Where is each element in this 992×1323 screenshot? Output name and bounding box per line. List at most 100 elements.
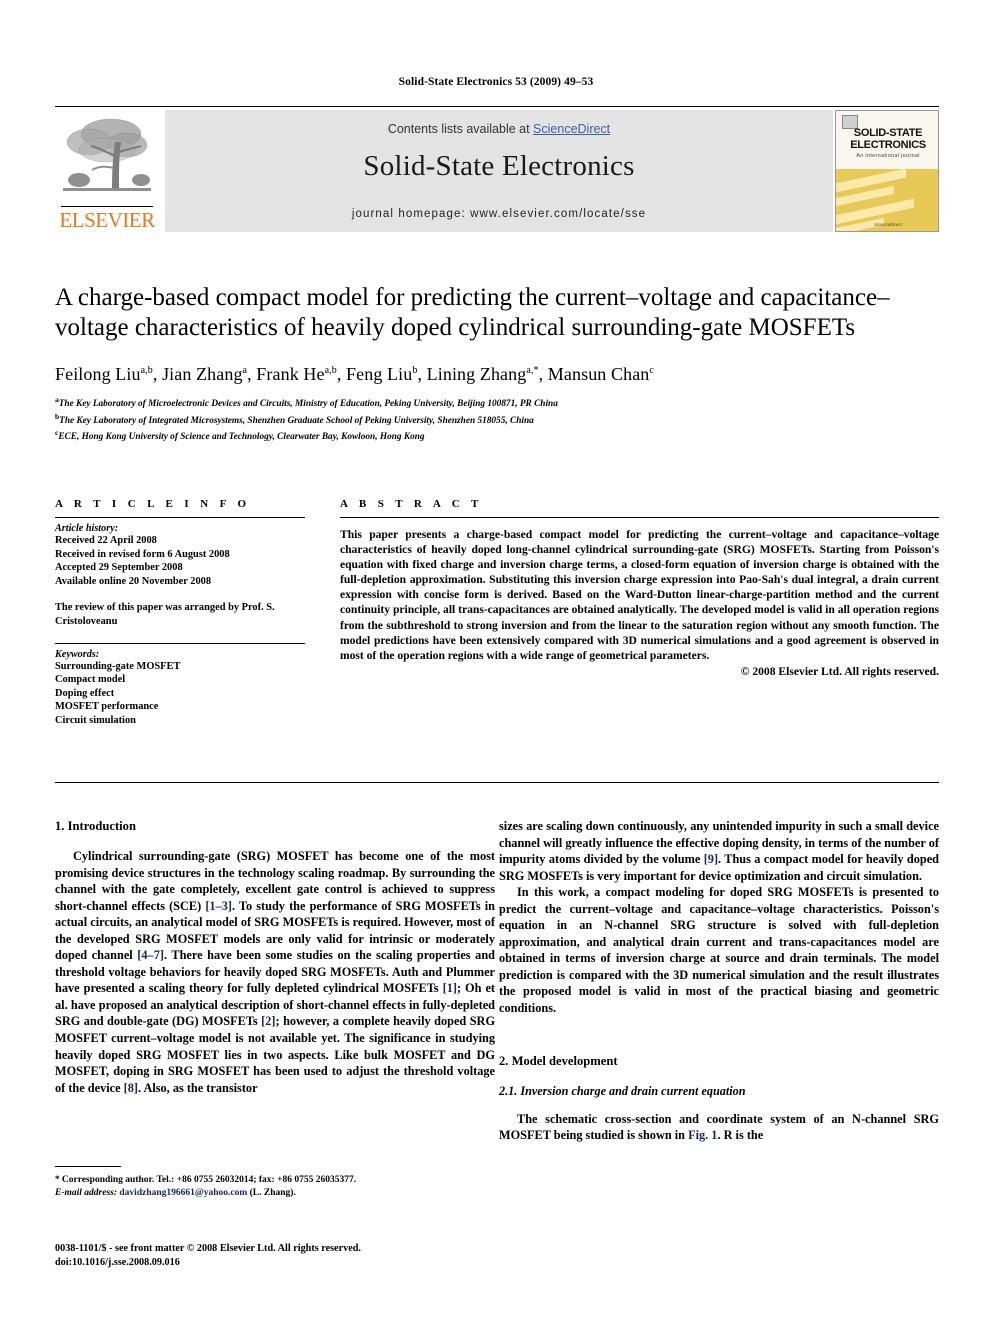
- cover-subtitle: An international journal: [856, 153, 920, 159]
- author-affil-marker: b: [412, 365, 418, 376]
- cover-top-panel: SOLID-STATE ELECTRONICS An international…: [836, 111, 938, 169]
- author-name: Lining Zhang: [426, 364, 527, 384]
- keywords-divider: [55, 642, 305, 644]
- email-note: E-mail address: davidzhang196661@yahoo.c…: [55, 1187, 495, 1200]
- article-history-label: Article history:: [55, 523, 119, 534]
- journal-article-page: Solid-State Electronics 53 (2009) 49–53: [0, 0, 992, 1323]
- body-divider: [55, 782, 939, 783]
- author-name: Jian Zhang: [162, 364, 243, 384]
- paragraph-model-1: The schematic cross-section and coordina…: [499, 1111, 939, 1144]
- citation-ref-2[interactable]: [2]: [261, 1014, 275, 1028]
- author-entry: Jian Zhanga: [162, 364, 247, 384]
- keyword-item: Doping effect: [55, 687, 115, 699]
- journal-masthead: ELSEVIER Contents lists available at Sci…: [55, 110, 939, 232]
- author-name: Feilong Liu: [55, 364, 141, 384]
- section-heading-model-development: 2. Model development: [499, 1053, 618, 1068]
- author-entry: Feilong Liua,b: [55, 364, 153, 384]
- corresponding-author-text: Corresponding author. Tel.: +86 0755 260…: [61, 1175, 357, 1185]
- article-info-divider: [55, 517, 305, 518]
- cover-footer-text: ScienceDirect: [874, 222, 902, 227]
- page-title: A charge-based compact model for predict…: [55, 284, 890, 341]
- elsevier-logo: ELSEVIER: [55, 110, 159, 232]
- abstract-copyright: © 2008 Elsevier Ltd. All rights reserved…: [740, 664, 939, 678]
- elsevier-logo-rule: [61, 206, 153, 207]
- affiliation-item: cECE, Hong Kong University of Science an…: [55, 427, 939, 444]
- author-entry: Mansun Chanc: [548, 364, 654, 384]
- article-info-heading: A R T I C L E I N F O: [55, 498, 251, 510]
- citation-ref-4-7[interactable]: [4–7]: [137, 948, 164, 962]
- body-column-right: sizes are scaling down continuously, any…: [499, 818, 939, 1144]
- keyword-item: MOSFET performance: [55, 701, 159, 713]
- paragraph-intro-part1: Cylindrical surrounding-gate (SRG) MOSFE…: [55, 848, 495, 1096]
- author-entry: Lining Zhanga,*: [427, 364, 539, 384]
- author-name: Frank He: [256, 364, 325, 384]
- affiliation-item: aThe Key Laboratory of Microelectronic D…: [55, 394, 939, 411]
- keyword-item: Circuit simulation: [55, 714, 136, 726]
- journal-homepage[interactable]: journal homepage: www.elsevier.com/locat…: [165, 208, 833, 220]
- citation-ref-1-3[interactable]: [1–3]: [205, 899, 232, 913]
- cover-title: SOLID-STATE ELECTRONICS: [836, 127, 938, 151]
- abstract-panel: A B S T R A C T This paper presents a ch…: [340, 498, 939, 678]
- corresponding-author-note: * Corresponding author. Tel.: +86 0755 2…: [55, 1173, 495, 1187]
- title-block: A charge-based compact model for predict…: [55, 283, 939, 444]
- author-entry: Feng Liub: [346, 364, 417, 384]
- keywords-label: Keywords:: [55, 648, 100, 660]
- review-arranged-note: The review of this paper was arranged by…: [55, 602, 275, 627]
- section-heading-introduction: 1. Introduction: [55, 819, 136, 833]
- email-label: E-mail address:: [55, 1188, 118, 1198]
- article-history-item: Received 22 April 2008: [55, 535, 157, 546]
- asterisk-icon: *: [55, 1174, 60, 1184]
- author-entry: Frank Hea,b: [256, 364, 337, 384]
- abstract-heading: A B S T R A C T: [340, 498, 483, 510]
- contents-prefix: Contents lists available at: [387, 122, 534, 136]
- affiliation-text: The Key Laboratory of Microelectronic De…: [58, 399, 558, 410]
- journal-cover-thumbnail[interactable]: SOLID-STATE ELECTRONICS An international…: [835, 110, 939, 232]
- intro-text-f-clip: . Also, as the transistor: [137, 1080, 258, 1095]
- footnote-divider: [55, 1166, 121, 1167]
- author-affil-marker: a: [242, 365, 248, 376]
- citation-ref-8[interactable]: [8]: [124, 1081, 138, 1095]
- paragraph-intro-continued: sizes are scaling down continuously, any…: [499, 818, 939, 884]
- footnote-block: * Corresponding author. Tel.: +86 0755 2…: [55, 1166, 495, 1200]
- subsection-heading-inversion-charge: 2.1. Inversion charge and drain current …: [499, 1083, 746, 1098]
- figure-ref-fig1[interactable]: Fig. 1: [688, 1128, 717, 1142]
- cover-title-line2: ELECTRONICS: [850, 138, 926, 151]
- article-history-item: Received in revised form 6 August 2008: [55, 548, 230, 560]
- email-owner: (L. Zhang).: [249, 1188, 296, 1198]
- author-affil-marker: a,b: [140, 365, 153, 376]
- author-affil-marker: a,b: [324, 365, 337, 376]
- author-affil-marker: c: [649, 365, 654, 376]
- email-link[interactable]: davidzhang196661@yahoo.com: [119, 1188, 247, 1198]
- abstract-divider: [340, 517, 939, 518]
- affiliation-item: bThe Key Laboratory of Integrated Micros…: [55, 411, 939, 428]
- footnote-text: * Corresponding author. Tel.: +86 0755 2…: [55, 1173, 495, 1200]
- article-info-panel: A R T I C L E I N F O Article history: R…: [55, 498, 305, 728]
- cover-title-line1: SOLID-STATE: [853, 127, 923, 139]
- citation-ref-9[interactable]: [9]: [704, 852, 718, 866]
- issn-line: 0038-1101/$ - see front matter © 2008 El…: [55, 1243, 361, 1254]
- article-history-item: Accepted 29 September 2008: [55, 562, 183, 574]
- affiliation-text: The Key Laboratory of Integrated Microsy…: [59, 415, 534, 426]
- article-history-item: Available online 20 November 2008: [55, 575, 212, 587]
- header-divider: [55, 106, 939, 107]
- elsevier-wordmark: ELSEVIER: [59, 208, 155, 232]
- running-head: Solid-State Electronics 53 (2009) 49–53: [398, 76, 594, 88]
- author-affil-marker: a,*: [526, 365, 539, 376]
- contents-available-line: Contents lists available at ScienceDirec…: [165, 122, 833, 136]
- journal-band: Contents lists available at ScienceDirec…: [165, 110, 833, 232]
- issn-copyright-block: 0038-1101/$ - see front matter © 2008 El…: [55, 1242, 655, 1269]
- keyword-item: Compact model: [55, 674, 126, 686]
- body-column-left: 1. Introduction Cylindrical surrounding-…: [55, 818, 495, 1096]
- paragraph-intro-2: In this work, a compact modeling for dop…: [499, 885, 939, 1016]
- keyword-item: Surrounding-gate MOSFET: [55, 660, 181, 672]
- author-name: Feng Liu: [346, 364, 413, 384]
- citation-ref-1[interactable]: [1]: [443, 981, 457, 995]
- affiliation-list: aThe Key Laboratory of Microelectronic D…: [55, 394, 939, 444]
- elsevier-tree-icon: [59, 112, 155, 204]
- affiliation-text: ECE, Hong Kong University of Science and…: [58, 432, 425, 443]
- doi-line[interactable]: doi:10.1016/j.sse.2008.09.016: [55, 1256, 655, 1270]
- model-text-b: . R is the: [717, 1128, 764, 1143]
- author-name: Mansun Chan: [547, 364, 650, 384]
- sciencedirect-link[interactable]: ScienceDirect: [533, 122, 610, 136]
- author-list: Feilong Liua,b, Jian Zhanga, Frank Hea,b…: [55, 364, 654, 384]
